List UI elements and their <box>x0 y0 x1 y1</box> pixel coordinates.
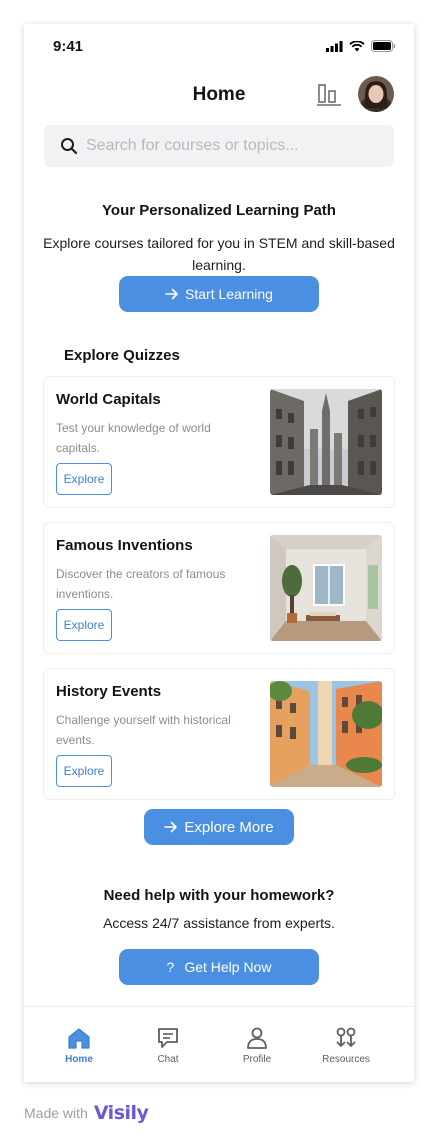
resources-icon <box>336 1027 356 1047</box>
quiz-card-famous-inventions: Famous Inventions Discover the creators … <box>43 522 395 654</box>
quiz-card-world-capitals: World Capitals Test your knowledge of wo… <box>43 376 395 508</box>
page-title: Home <box>192 84 246 105</box>
tab-home[interactable]: Home <box>34 1007 124 1082</box>
search-icon <box>61 138 78 155</box>
arrow-right-icon <box>165 288 178 300</box>
tab-label: Profile <box>242 1054 272 1065</box>
learning-path-description: Explore courses tailored for you in STEM… <box>43 235 395 273</box>
avatar[interactable] <box>358 76 394 112</box>
get-help-button[interactable]: ? Get Help Now <box>119 949 319 985</box>
explore-button[interactable]: Explore <box>56 463 112 495</box>
tab-label: Resources <box>322 1054 370 1065</box>
tab-label: Home <box>65 1054 93 1065</box>
person-icon <box>247 1027 267 1049</box>
signal-icon <box>326 40 343 52</box>
start-learning-label: Start Learning <box>185 286 273 302</box>
quiz-card-title: History Events <box>56 683 162 700</box>
tab-resources[interactable]: Resources <box>301 1007 391 1082</box>
explore-button[interactable]: Explore <box>56 609 112 641</box>
bottom-tab-bar: Home Chat Profile Resources <box>24 1006 414 1082</box>
bar-chart-icon <box>317 84 341 106</box>
quiz-card-history-events: History Events Challenge yourself with h… <box>43 668 395 800</box>
get-help-label: Get Help Now <box>184 959 272 975</box>
quiz-card-title: World Capitals <box>56 391 161 408</box>
quiz-card-image <box>270 681 382 787</box>
search-bar[interactable] <box>44 125 394 167</box>
quiz-card-image <box>270 535 382 641</box>
start-learning-button[interactable]: Start Learning <box>119 276 319 312</box>
explore-more-button[interactable]: Explore More <box>144 809 294 845</box>
wifi-icon <box>349 40 365 51</box>
header: Home <box>24 76 414 120</box>
question-mark-icon: ? <box>166 959 175 975</box>
search-input[interactable] <box>86 137 376 155</box>
explore-button[interactable]: Explore <box>56 755 112 787</box>
phone-frame: 9:41 Home Search for courses or topics..… <box>24 24 414 1082</box>
user-avatar-icon <box>358 76 394 112</box>
made-with-badge[interactable]: Made with Visily <box>24 1102 149 1124</box>
made-with-text: Made with <box>24 1105 88 1121</box>
tab-profile[interactable]: Profile <box>212 1007 302 1082</box>
status-icons <box>326 40 396 52</box>
brand-logo: Visily <box>93 1102 149 1124</box>
quizzes-section-title: Explore Quizzes <box>64 347 180 364</box>
explore-more-label: Explore More <box>184 818 274 836</box>
quiz-card-title: Famous Inventions <box>56 537 193 554</box>
quiz-card-description: Discover the creators of famous inventio… <box>56 567 226 601</box>
tab-label: Chat <box>157 1054 179 1065</box>
tab-chat[interactable]: Chat <box>123 1007 213 1082</box>
home-icon <box>68 1028 90 1049</box>
status-bar: 9:41 <box>24 24 414 68</box>
battery-icon <box>371 40 396 52</box>
stats-button[interactable] <box>316 82 342 108</box>
help-description: Access 24/7 assistance from experts. <box>103 915 335 931</box>
chat-icon <box>158 1028 178 1048</box>
help-title: Need help with your homework? <box>103 887 335 904</box>
arrow-right-icon <box>164 821 178 833</box>
status-time: 9:41 <box>53 38 84 55</box>
learning-path-title: Your Personalized Learning Path <box>102 202 336 219</box>
quiz-card-description: Test your knowledge of world capitals. <box>56 421 211 455</box>
quiz-card-description: Challenge yourself with historical event… <box>56 713 231 747</box>
quiz-card-image <box>270 389 382 495</box>
